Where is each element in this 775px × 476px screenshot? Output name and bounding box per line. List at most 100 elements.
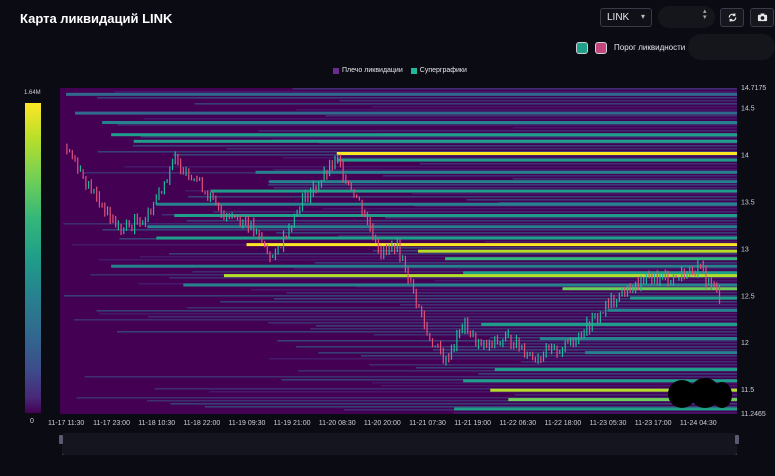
liquidation-level bbox=[418, 249, 737, 253]
x-tick-label: 11-17 11:30 bbox=[48, 420, 84, 427]
y-tick-label: 14.7175 bbox=[741, 85, 766, 92]
heatmap-band bbox=[213, 211, 738, 213]
heatmap-band bbox=[296, 109, 737, 111]
heatmap-band bbox=[512, 178, 737, 180]
heatmap-band bbox=[204, 406, 737, 408]
liquidation-level bbox=[255, 170, 737, 174]
liquidation-level bbox=[66, 92, 737, 96]
heatmap-band bbox=[258, 130, 737, 132]
liquidation-level bbox=[75, 111, 737, 115]
liquidation-level bbox=[111, 133, 738, 137]
liquidation-level bbox=[630, 296, 737, 300]
liquidation-level bbox=[585, 351, 737, 355]
heatmap-band bbox=[117, 124, 738, 126]
heatmap-band bbox=[484, 241, 737, 243]
liquidation-level bbox=[246, 243, 738, 247]
liquidation-level bbox=[102, 121, 737, 125]
heatmap-band bbox=[132, 145, 738, 147]
liquidation-level bbox=[174, 213, 737, 217]
liquidation-level bbox=[454, 407, 737, 411]
heatmap-band bbox=[434, 280, 737, 282]
liquidation-level bbox=[147, 225, 738, 229]
x-tick-label: 11-19 09:30 bbox=[229, 420, 266, 427]
x-tick-label: 11-20 20:00 bbox=[364, 420, 401, 427]
heatmap-band bbox=[373, 334, 737, 336]
x-tick-label: 11-21 07:30 bbox=[409, 420, 446, 427]
heatmap-band bbox=[186, 307, 738, 309]
heatmap-band bbox=[97, 97, 737, 99]
liquidation-level bbox=[156, 236, 737, 240]
y-tick-label: 11.2465 bbox=[741, 411, 766, 418]
heatmap-band bbox=[220, 301, 738, 303]
heatmap-band bbox=[73, 319, 738, 321]
liquidation-heatmap[interactable]: 14.7175 14.5 14 13.5 13 12.5 12 11.5 11.2465 11-1… bbox=[0, 0, 775, 476]
heatmap-band bbox=[512, 127, 737, 129]
heatmap-band bbox=[433, 349, 737, 351]
heatmap-band bbox=[99, 313, 738, 315]
liquidation-level bbox=[463, 271, 737, 275]
heatmap-band bbox=[64, 295, 738, 297]
heatmap-band bbox=[395, 247, 737, 249]
liquidation-level bbox=[111, 264, 738, 268]
x-tick-label: 11-24 04:30 bbox=[680, 420, 717, 427]
liquidation-level bbox=[269, 180, 737, 184]
heatmap-band bbox=[286, 292, 737, 294]
heatmap-band bbox=[148, 316, 737, 318]
heatmap-band bbox=[102, 229, 737, 231]
heatmap-band bbox=[453, 412, 737, 414]
liquidation-level bbox=[494, 368, 737, 372]
heatmap-band bbox=[361, 355, 737, 357]
y-tick-label: 14 bbox=[741, 152, 749, 159]
heatmap-band bbox=[294, 268, 737, 270]
heatmap-band bbox=[412, 193, 737, 195]
heatmap-band bbox=[283, 157, 737, 159]
heatmap-band bbox=[267, 184, 737, 186]
heatmap-band bbox=[385, 217, 737, 219]
liquidation-level bbox=[445, 257, 737, 261]
liquidation-level bbox=[156, 202, 737, 206]
heatmap-band bbox=[168, 253, 738, 255]
range-handle-right[interactable] bbox=[735, 435, 739, 444]
liquidation-level bbox=[607, 308, 737, 312]
x-tick-label: 11-19 21:00 bbox=[274, 420, 311, 427]
heatmap-band bbox=[194, 103, 738, 105]
y-tick-label: 12 bbox=[741, 340, 749, 347]
liquidation-level bbox=[539, 337, 737, 341]
heatmap-band bbox=[186, 220, 737, 222]
heatmap-band bbox=[478, 373, 737, 375]
x-tick-label: 11-18 10:30 bbox=[138, 420, 175, 427]
heatmap-band bbox=[143, 118, 737, 120]
liquidation-level bbox=[336, 158, 737, 162]
liquidation-level bbox=[481, 322, 737, 326]
range-handle-left[interactable] bbox=[59, 435, 63, 444]
heatmap-band bbox=[140, 136, 737, 138]
x-tick-label: 11-23 17:00 bbox=[635, 420, 672, 427]
liquidation-level bbox=[183, 283, 737, 287]
heatmap-band bbox=[339, 100, 737, 102]
heatmap-band bbox=[325, 115, 737, 117]
range-scrollbar[interactable] bbox=[62, 433, 737, 455]
x-tick-label: 11-18 22:00 bbox=[183, 420, 220, 427]
liquidation-level bbox=[133, 139, 737, 143]
liquidation-level bbox=[210, 189, 738, 193]
heatmap-band bbox=[276, 232, 737, 234]
heatmap-band bbox=[124, 166, 738, 168]
heatmap-band bbox=[382, 175, 737, 177]
heatmap-band bbox=[188, 196, 738, 198]
x-tick-label: 11-17 23:00 bbox=[93, 420, 130, 427]
x-tick-label: 11-21 19:00 bbox=[454, 420, 491, 427]
heatmap-band bbox=[310, 328, 737, 330]
heatmap-band bbox=[419, 163, 737, 165]
heatmap-band bbox=[292, 88, 737, 90]
heatmap-band bbox=[520, 361, 737, 363]
x-tick-label: 11-22 18:00 bbox=[544, 420, 581, 427]
x-tick-label: 11-20 08:30 bbox=[319, 420, 356, 427]
y-tick-label: 13 bbox=[741, 246, 749, 253]
redaction-mark bbox=[712, 382, 732, 408]
heatmap-band bbox=[170, 403, 737, 405]
heatmap-band bbox=[84, 376, 738, 378]
heatmap-band bbox=[338, 235, 737, 237]
heatmap-band bbox=[277, 340, 737, 342]
x-tick-label: 11-22 06:30 bbox=[499, 420, 536, 427]
liquidation-level bbox=[336, 152, 737, 156]
